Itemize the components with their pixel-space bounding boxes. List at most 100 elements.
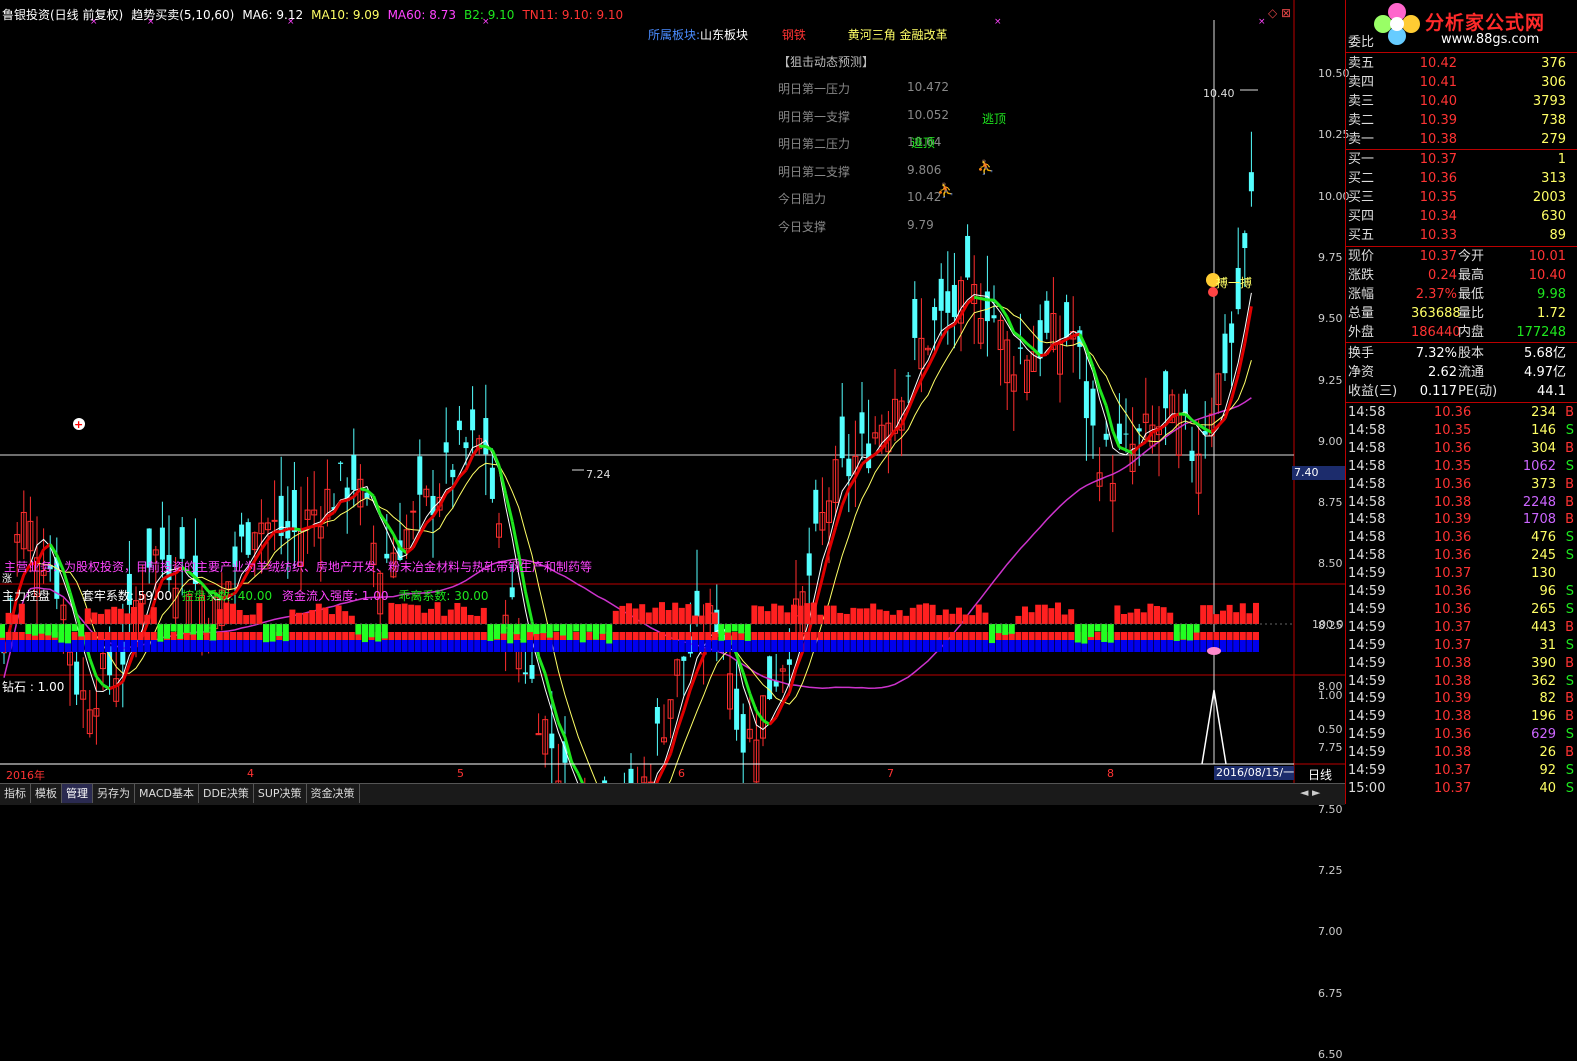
flow-bar-up bbox=[230, 604, 236, 624]
volume-bar-blue bbox=[527, 640, 533, 652]
bid-level-label: 买二 bbox=[1348, 170, 1374, 188]
flow-bar-up bbox=[758, 606, 764, 624]
volume-bar-blue bbox=[1253, 640, 1259, 652]
stat-label: PE(动) bbox=[1458, 383, 1497, 401]
ask-price: 10.41 bbox=[1411, 74, 1457, 92]
flow-bar-down bbox=[1180, 624, 1186, 640]
tick-row: 14:5810.36373B bbox=[1346, 476, 1577, 494]
volume-bar-red bbox=[151, 632, 157, 640]
flow-bar-up bbox=[454, 603, 460, 624]
volume-bar-blue bbox=[831, 640, 837, 652]
tick-price: 10.38 bbox=[1434, 708, 1471, 726]
flow-bar-up bbox=[1048, 608, 1054, 624]
stat-label: 今开 bbox=[1458, 248, 1484, 266]
volume-bar-red bbox=[949, 632, 955, 640]
volume-bar-blue bbox=[765, 640, 771, 652]
candle-body bbox=[292, 490, 297, 532]
candle-body bbox=[1064, 302, 1069, 338]
flow-bar-down bbox=[487, 624, 493, 641]
volume-bar-red bbox=[309, 632, 315, 640]
flow-bar-down bbox=[553, 624, 559, 631]
stat-row: 涨幅2.37%最低9.98 bbox=[1346, 286, 1577, 304]
flow-bar-up bbox=[1035, 605, 1041, 624]
volume-bar-red bbox=[732, 632, 738, 640]
volume-bar-blue bbox=[798, 640, 804, 652]
volume-bar-red bbox=[844, 632, 850, 640]
volume-bar-blue bbox=[256, 640, 262, 652]
candle-body bbox=[1104, 434, 1109, 440]
flow-bar-down bbox=[204, 624, 210, 633]
tab-macd-basic[interactable]: MACD基本 bbox=[135, 784, 199, 803]
price-axis-tick: 6.50 bbox=[1318, 1048, 1343, 1061]
tick-time: 14:59 bbox=[1348, 637, 1385, 655]
flow-bar-up bbox=[804, 603, 810, 624]
candle-body bbox=[1223, 334, 1228, 374]
panel-window-icons[interactable]: ◇ ⊠ bbox=[1268, 6, 1291, 20]
tab-manage[interactable]: 管理 bbox=[62, 784, 93, 803]
volume-bar-red bbox=[1015, 632, 1021, 640]
flow-bar-up bbox=[699, 616, 705, 624]
volume-bar-blue bbox=[190, 640, 196, 652]
volume-bar-blue bbox=[223, 640, 229, 652]
volume-bar-red bbox=[1246, 632, 1252, 640]
stat-label: 涨幅 bbox=[1348, 286, 1374, 304]
flow-bar-up bbox=[468, 615, 474, 624]
candle-body bbox=[417, 456, 422, 494]
price-axis-tick: 9.50 bbox=[1318, 312, 1343, 325]
flow-bar-down bbox=[732, 624, 738, 631]
tab-indicator[interactable]: 指标 bbox=[0, 784, 31, 803]
volume-bar-blue bbox=[78, 640, 84, 652]
volume-bar-blue bbox=[811, 640, 817, 652]
tab-sup-decision[interactable]: SUP决策 bbox=[254, 784, 307, 803]
flow-bar-up bbox=[791, 605, 797, 624]
panel3-axis-top: 1.00 bbox=[1318, 689, 1343, 702]
flow-bar-up bbox=[844, 614, 850, 624]
flow-bar-down bbox=[573, 624, 579, 631]
ask-level-label: 卖四 bbox=[1348, 74, 1374, 92]
candle-body bbox=[629, 769, 634, 783]
volume-bar-blue bbox=[666, 640, 672, 652]
flow-bar-up bbox=[303, 613, 309, 624]
volume-bar-blue bbox=[428, 640, 434, 652]
tab-dde-decision[interactable]: DDE决策 bbox=[199, 784, 254, 803]
flow-bar-up bbox=[138, 603, 144, 624]
trend-line-segment bbox=[1040, 354, 1047, 355]
flow-bar-up bbox=[976, 605, 982, 624]
tab-save-as[interactable]: 另存为 bbox=[93, 784, 135, 803]
volume-bar-red bbox=[118, 632, 124, 640]
tick-volume: 476 bbox=[1531, 529, 1556, 547]
period-label[interactable]: 日线 bbox=[1308, 766, 1332, 783]
high-price-label: 10.40 bbox=[1203, 87, 1235, 100]
candle-body bbox=[655, 707, 660, 724]
volume-bar-red bbox=[540, 632, 546, 640]
candle-body bbox=[160, 528, 165, 560]
indicator-name: 趋势买卖(5,10,60) bbox=[131, 8, 234, 22]
kline-chart-canvas[interactable]: +⛹⛹×××××× bbox=[0, 0, 1345, 783]
tick-volume: 92 bbox=[1539, 762, 1556, 780]
panel3-axis-mid: 0.50 bbox=[1318, 723, 1343, 736]
volume-bar-blue bbox=[388, 640, 394, 652]
flow-bar-down bbox=[580, 624, 586, 642]
flow-bar-up bbox=[943, 609, 949, 624]
candle-body bbox=[272, 520, 277, 521]
tick-price: 10.37 bbox=[1434, 637, 1471, 655]
volume-bar-red bbox=[1213, 632, 1219, 640]
bid-level-label: 买四 bbox=[1348, 208, 1374, 226]
scroll-arrows[interactable]: ◄ ► bbox=[1300, 786, 1320, 799]
volume-bar-red bbox=[461, 632, 467, 640]
tab-template[interactable]: 模板 bbox=[31, 784, 62, 803]
stat-label: 内盘 bbox=[1458, 324, 1484, 342]
volume-bar-blue bbox=[124, 640, 130, 652]
volume-bar-blue bbox=[402, 640, 408, 652]
volume-bar-red bbox=[751, 632, 757, 640]
tab-fund-decision[interactable]: 资金决策 bbox=[307, 784, 360, 803]
volume-bar-red bbox=[138, 632, 144, 640]
tick-time: 14:58 bbox=[1348, 511, 1385, 529]
ask-row: 卖三10.403793 bbox=[1346, 93, 1577, 111]
panel2-axis-label: 100.0 bbox=[1312, 618, 1344, 631]
flow-bar-up bbox=[778, 606, 784, 624]
volume-bar-blue bbox=[784, 640, 790, 652]
flow-bar-down bbox=[606, 624, 612, 644]
volume-bar-red bbox=[864, 632, 870, 640]
volume-bar-red bbox=[402, 632, 408, 640]
